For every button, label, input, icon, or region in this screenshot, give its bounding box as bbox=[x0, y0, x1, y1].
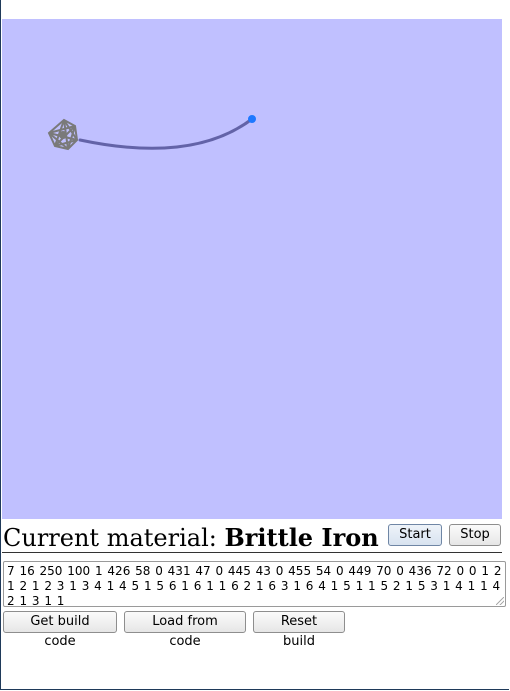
material-name: Brittle Iron bbox=[224, 523, 379, 552]
build-code-textarea[interactable]: 7 16 250 100 1 426 58 0 431 47 0 445 43 … bbox=[3, 561, 506, 607]
resize-grip-icon[interactable] bbox=[496, 597, 504, 605]
material-prefix: Current material: bbox=[3, 524, 225, 552]
simulation-drawing bbox=[47, 115, 256, 151]
page: Current material: Brittle Iron Start Sto… bbox=[0, 0, 509, 690]
simulation-canvas[interactable] bbox=[2, 19, 502, 519]
beam bbox=[78, 117, 254, 150]
get-build-code-button[interactable]: Get build code bbox=[3, 611, 117, 649]
reset-build-button[interactable]: Reset build bbox=[253, 611, 345, 649]
hex-structure[interactable] bbox=[47, 118, 79, 151]
build-code-text: 7 16 250 100 1 426 58 0 431 47 0 445 43 … bbox=[7, 564, 502, 607]
current-material-label: Current material: Brittle Iron bbox=[3, 523, 379, 553]
start-button[interactable]: Start bbox=[388, 524, 442, 546]
end-node[interactable] bbox=[248, 115, 256, 123]
stop-button[interactable]: Stop bbox=[449, 524, 501, 546]
load-from-code-button[interactable]: Load from code bbox=[124, 611, 246, 649]
